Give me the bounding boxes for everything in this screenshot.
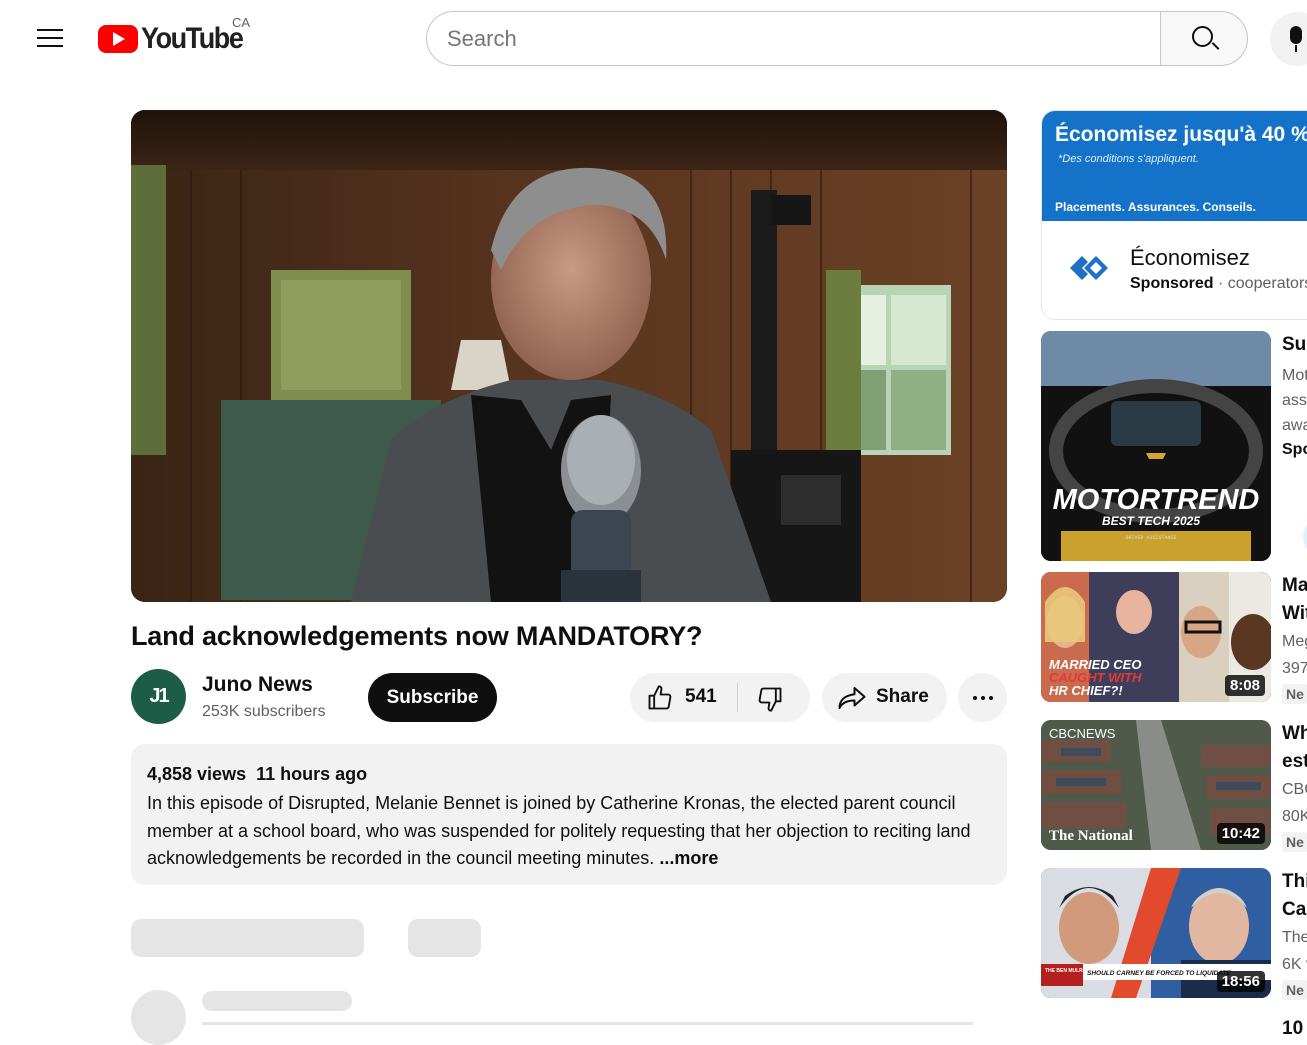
logo-text: YouTube: [141, 22, 244, 55]
recommendation-item[interactable]: MOTORTREND BEST TECH 2025 DRIVER ASSISTA…: [1041, 331, 1307, 561]
recommendation-meta-line: CBC: [1282, 781, 1307, 798]
ad-banner-note: *Des conditions s'appliquent.: [1058, 153, 1199, 165]
ad-banner: Économisez jusqu'à 40 % *Des conditions …: [1042, 111, 1307, 221]
recommendation-meta-line: 6K v: [1282, 956, 1307, 973]
video-thumbnail: CBCNEWS The National 10:42: [1041, 720, 1271, 850]
recommendation-meta-line: 80K: [1282, 808, 1307, 825]
share-button[interactable]: Share: [822, 673, 947, 722]
dislike-button[interactable]: [738, 673, 810, 722]
subscriber-count: 253K subscribers: [202, 703, 326, 720]
recommendation-meta-line: The: [1282, 929, 1307, 946]
new-badge: Ne: [1282, 832, 1307, 852]
search-button[interactable]: [1160, 11, 1248, 66]
description-body: In this episode of Disrupted, Melanie Be…: [147, 793, 971, 868]
show-more-link[interactable]: ...more: [659, 848, 718, 868]
sponsored-label: Sponsored: [1130, 275, 1214, 292]
share-label: Share: [876, 686, 929, 707]
thumbs-down-icon: [758, 687, 782, 712]
description-text: In this episode of Disrupted, Melanie Be…: [147, 790, 997, 873]
channel-name[interactable]: Juno News: [202, 673, 313, 697]
thumb-best-tech-text: BEST TECH 2025: [1102, 514, 1200, 528]
recommendation-meta-line: ass: [1282, 392, 1307, 409]
video-player[interactable]: [131, 110, 1007, 602]
sponsored-badge: Spo: [1282, 441, 1307, 458]
thumb-caption: The National: [1049, 828, 1133, 844]
like-button[interactable]: 541: [630, 673, 737, 722]
video-thumbnail: MOTORTREND BEST TECH 2025 DRIVER ASSISTA…: [1041, 331, 1271, 561]
sponsored-ad-card[interactable]: Économisez jusqu'à 40 % *Des conditions …: [1041, 110, 1307, 320]
comment-input-placeholder: [202, 1022, 973, 1025]
recommendation-title-line: est: [1282, 751, 1307, 772]
recommendation-title-line: Ma: [1282, 575, 1307, 596]
thumb-motortrend-text: MOTORTREND: [1053, 484, 1260, 516]
recommendation-meta-line: Meg: [1282, 633, 1307, 650]
comments-header-placeholder: [131, 919, 364, 957]
video-duration: 18:56: [1216, 971, 1265, 992]
video-duration: 10:42: [1216, 823, 1265, 844]
new-badge: Ne: [1282, 684, 1307, 704]
masthead: YouTube CA: [0, 0, 1307, 78]
youtube-logo[interactable]: YouTube CA: [98, 15, 258, 58]
comment-avatar-placeholder: [131, 990, 186, 1045]
recommendation-item[interactable]: CBCNEWS The National 10:42 Wh est CBC 80…: [1041, 720, 1307, 852]
recommendation-meta-line: Mot: [1282, 367, 1307, 384]
ad-banner-headline: Économisez jusqu'à 40 %: [1055, 123, 1307, 146]
cooperators-logo-icon: [1070, 256, 1108, 280]
video-frame: [131, 110, 1007, 602]
recommendation-title-line: Car: [1282, 899, 1307, 920]
channel-avatar[interactable]: J1: [131, 669, 186, 724]
comment-line-placeholder: [202, 991, 352, 1011]
upload-age: 11 hours ago: [256, 764, 368, 784]
avatar-text: J1: [149, 685, 169, 707]
cta-button-edge[interactable]: [1303, 517, 1307, 557]
menu-icon[interactable]: [30, 22, 70, 56]
search-box: [426, 11, 1162, 66]
youtube-play-icon: [98, 25, 138, 53]
thumbnail-image: MOTORTREND BEST TECH 2025 DRIVER ASSISTA…: [1041, 331, 1271, 561]
ad-sponsored-line: Sponsored · cooperators.ca: [1130, 275, 1307, 293]
sort-placeholder: [408, 919, 481, 957]
recommendation-item[interactable]: THE BEN MULRONEY SHOW SHOULD CARNEY BE F…: [1041, 868, 1307, 1000]
video-thumbnail: MARRIED CEO CAUGHT WITH HR CHIEF?! 8:08: [1041, 572, 1271, 702]
ad-title: Économisez: [1130, 245, 1250, 270]
thumb-caption: HR CHIEF?!: [1049, 683, 1123, 698]
video-thumbnail: THE BEN MULRONEY SHOW SHOULD CARNEY BE F…: [1041, 868, 1271, 998]
ad-advertiser: cooperators.ca: [1227, 275, 1307, 292]
description-box[interactable]: 4,858 views 11 hours ago In this episode…: [131, 744, 1007, 885]
thumbs-up-icon: [648, 685, 672, 710]
country-code: CA: [232, 15, 251, 30]
search-input[interactable]: [447, 24, 1137, 54]
description-meta: 4,858 views 11 hours ago: [147, 764, 367, 785]
view-count: 4,858 views: [147, 764, 247, 784]
like-dislike-group: 541: [630, 673, 810, 722]
new-badge: Ne: [1282, 980, 1307, 1000]
recommendation-meta-line: 397: [1282, 660, 1307, 677]
recommendation-item[interactable]: MARRIED CEO CAUGHT WITH HR CHIEF?! 8:08 …: [1041, 572, 1307, 704]
ad-banner-footer: Placements. Assurances. Conseils.: [1055, 200, 1256, 214]
thumb-driver-assistance-text: DRIVER ASSISTANCE: [1125, 535, 1176, 541]
video-title: Land acknowledgements now MANDATORY?: [131, 621, 703, 651]
recommendation-title-line: Thi: [1282, 871, 1307, 892]
next-recommendation-title: 10: [1282, 1018, 1304, 1039]
subscribe-button[interactable]: Subscribe: [368, 673, 497, 722]
voice-search-button[interactable]: [1270, 12, 1307, 66]
recommendation-title-line: Wh: [1282, 723, 1307, 744]
thumb-ticker: SHOULD CARNEY BE FORCED TO LIQUIDATE: [1087, 970, 1231, 977]
share-arrow-icon: [838, 687, 866, 709]
recommendation-meta-line: awa: [1282, 417, 1307, 434]
more-actions-button[interactable]: [958, 673, 1007, 722]
thumb-brand: CBCNEWS: [1049, 726, 1116, 741]
like-count: 541: [685, 686, 717, 707]
title-line: Sup: [1282, 334, 1307, 355]
recommendation-title: Sup: [1282, 331, 1307, 359]
video-duration: 8:08: [1224, 675, 1265, 696]
recommendation-title-line: Wit: [1282, 603, 1307, 624]
